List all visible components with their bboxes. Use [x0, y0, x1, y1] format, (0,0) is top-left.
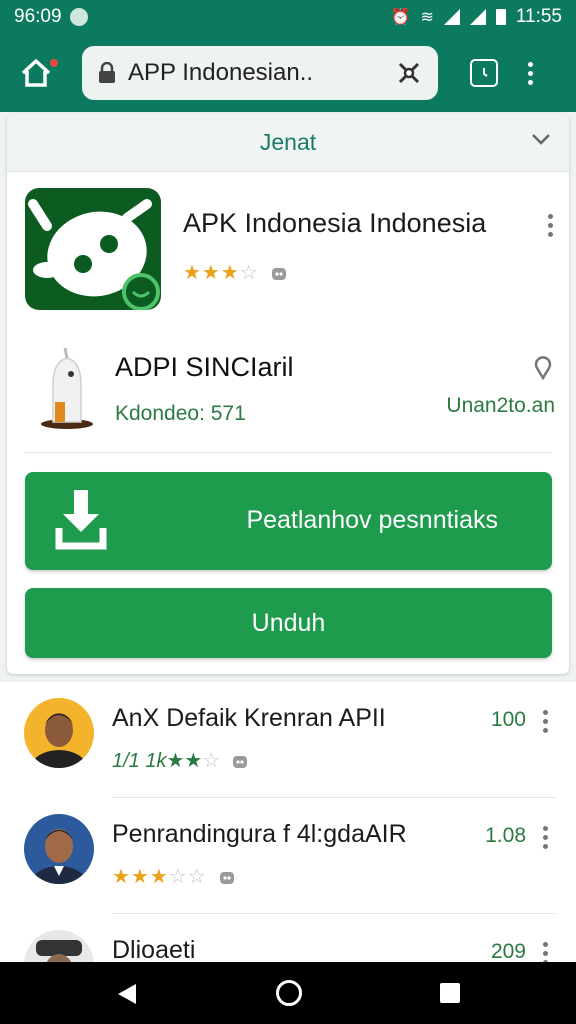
- status-time-right: 11:55: [515, 6, 562, 27]
- browser-toolbar: APP Indonesian..: [0, 34, 576, 112]
- app-row[interactable]: APK Indonesia Indonesia ★★★☆: [25, 188, 555, 312]
- url-bar[interactable]: APP Indonesian..: [82, 46, 438, 100]
- menu-dot: [543, 835, 548, 840]
- stars-filled: ★★★: [183, 262, 240, 284]
- avatar: [24, 698, 94, 768]
- list-item-rating: ★★★☆☆: [112, 864, 237, 889]
- star-rating: ★★★☆☆: [112, 864, 207, 889]
- list-item[interactable]: Penrandingura f 4l:gdaAIR ★★★☆☆ 1.08: [0, 798, 576, 914]
- list-item-count: 100: [490, 708, 526, 731]
- notification-icon: [69, 8, 88, 26]
- list-item-count: 1.08: [485, 824, 526, 847]
- section-title: Jenat: [259, 129, 317, 155]
- menu-dot: [548, 232, 553, 237]
- app-detail-card: Jenat APK Indonesia Indonesia ★★★☆ ADPI …: [7, 114, 569, 674]
- list-item-title: Penrandingura f 4l:gdaAIR: [112, 820, 407, 848]
- menu-dot: [543, 719, 548, 724]
- person-avatar-icon: [31, 829, 87, 884]
- developer-row[interactable]: ADPI SINCIaril Kdondeo: 571 Unan2to.an: [25, 342, 555, 436]
- list-item-more-button[interactable]: [543, 942, 548, 962]
- recent-apps-icon[interactable]: [440, 983, 460, 1003]
- status-left: 96:09: [14, 6, 88, 28]
- stars-empty: ☆: [239, 262, 259, 284]
- list-item[interactable]: AnX Defaik Krenran APII 1/1 1k★★☆ 100: [0, 682, 576, 798]
- menu-dot: [548, 214, 553, 219]
- app-list: AnX Defaik Krenran APII 1/1 1k★★☆ 100 Pe…: [0, 682, 576, 962]
- app-name: APK Indonesia Indonesia: [183, 208, 487, 238]
- status-bar: 96:09 ⏰ ≋ 11:55: [0, 0, 576, 34]
- back-icon[interactable]: [116, 982, 138, 1006]
- menu-dot: [543, 951, 548, 956]
- menu-dot: [528, 61, 533, 67]
- lock-icon: [99, 62, 115, 83]
- stars-empty: ☆☆: [168, 866, 207, 888]
- status-right: ⏰ ≋ 11:55: [391, 6, 562, 28]
- list-item-title: AnX Defaik Krenran APII: [112, 704, 386, 732]
- menu-dot: [548, 223, 553, 228]
- app-icon[interactable]: [25, 188, 161, 310]
- robot-icon: [271, 267, 286, 280]
- system-nav-bar: [0, 962, 576, 1024]
- stars-filled: ★★★: [112, 866, 169, 888]
- avatar: [24, 814, 94, 884]
- divider: [25, 452, 551, 453]
- wifi-icon: ≋: [420, 9, 434, 26]
- home-button[interactable]: [16, 53, 60, 93]
- avatar: [24, 930, 94, 962]
- menu-dot: [543, 710, 548, 715]
- list-item[interactable]: Dlioaeti 209: [0, 914, 576, 962]
- menu-dot: [543, 728, 548, 733]
- rating-value: 1/1 1k★★: [112, 750, 203, 772]
- menu-dot: [528, 70, 533, 76]
- list-item-more-button[interactable]: [543, 710, 548, 733]
- person-avatar-icon: [36, 940, 82, 962]
- download-button-label: Unduh: [251, 608, 326, 637]
- robot-icon: [233, 755, 248, 768]
- rating-text: 1/1 1k★★☆: [112, 748, 220, 773]
- tabs-button[interactable]: [470, 59, 498, 87]
- install-button[interactable]: Peatlanhov pesnntiaks: [25, 472, 552, 570]
- android-logo-icon: [28, 199, 160, 310]
- menu-dot: [543, 844, 548, 849]
- list-item-rating: 1/1 1k★★☆: [112, 748, 250, 773]
- stars-empty: ☆: [202, 750, 221, 772]
- home-nav-icon[interactable]: [276, 980, 302, 1006]
- list-item-title: Dlioaeti: [112, 936, 196, 962]
- app-more-button[interactable]: [548, 214, 553, 237]
- status-time-left: 96:09: [14, 6, 62, 27]
- robot-icon: [219, 871, 234, 884]
- signal-icon: [443, 9, 460, 25]
- list-item-count: 209: [490, 940, 526, 962]
- download-button[interactable]: Unduh: [25, 588, 552, 658]
- alarm-icon: ⏰: [390, 9, 411, 26]
- star-rating: ★★★☆: [183, 260, 259, 285]
- url-text: APP Indonesian..: [128, 59, 314, 86]
- location-pin-icon[interactable]: [533, 356, 553, 380]
- tab-icon: [483, 68, 488, 77]
- app-rating: ★★★☆: [183, 260, 289, 285]
- home-badge: [48, 57, 60, 69]
- section-header[interactable]: Jenat: [7, 114, 569, 172]
- developer-subtitle: Kdondeo: 571: [115, 402, 246, 425]
- tools-icon[interactable]: [396, 60, 422, 86]
- battery-icon: [495, 9, 506, 25]
- menu-dot: [543, 942, 548, 947]
- install-button-label: Peatlanhov pesnntiaks: [246, 506, 498, 534]
- chevron-down-icon[interactable]: [531, 132, 551, 146]
- person-avatar-icon: [31, 713, 87, 768]
- overflow-menu-button[interactable]: [528, 61, 533, 85]
- developer-meta: Unan2to.an: [446, 394, 555, 417]
- developer-logo-icon: [41, 347, 93, 429]
- developer-name: ADPI SINCIaril: [115, 352, 294, 382]
- menu-dot: [528, 79, 533, 85]
- menu-dot: [543, 826, 548, 831]
- list-item-more-button[interactable]: [543, 826, 548, 849]
- signal-icon-2: [469, 9, 486, 25]
